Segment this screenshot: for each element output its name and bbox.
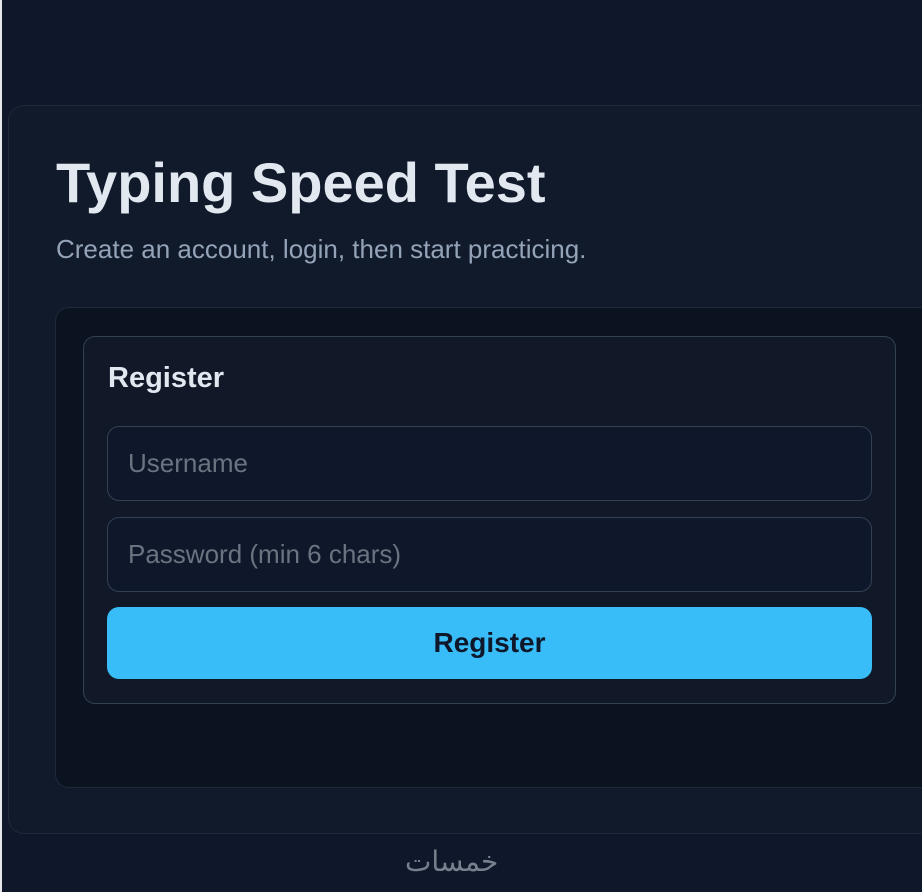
register-heading: Register — [108, 362, 225, 394]
window-edge — [0, 0, 2, 892]
register-button[interactable]: Register — [107, 607, 872, 679]
username-input[interactable] — [107, 426, 872, 501]
watermark-logo: خمسات — [405, 845, 499, 878]
page-title: Typing Speed Test — [56, 151, 546, 214]
password-input[interactable] — [107, 517, 872, 592]
page-subtitle: Create an account, login, then start pra… — [56, 234, 587, 264]
